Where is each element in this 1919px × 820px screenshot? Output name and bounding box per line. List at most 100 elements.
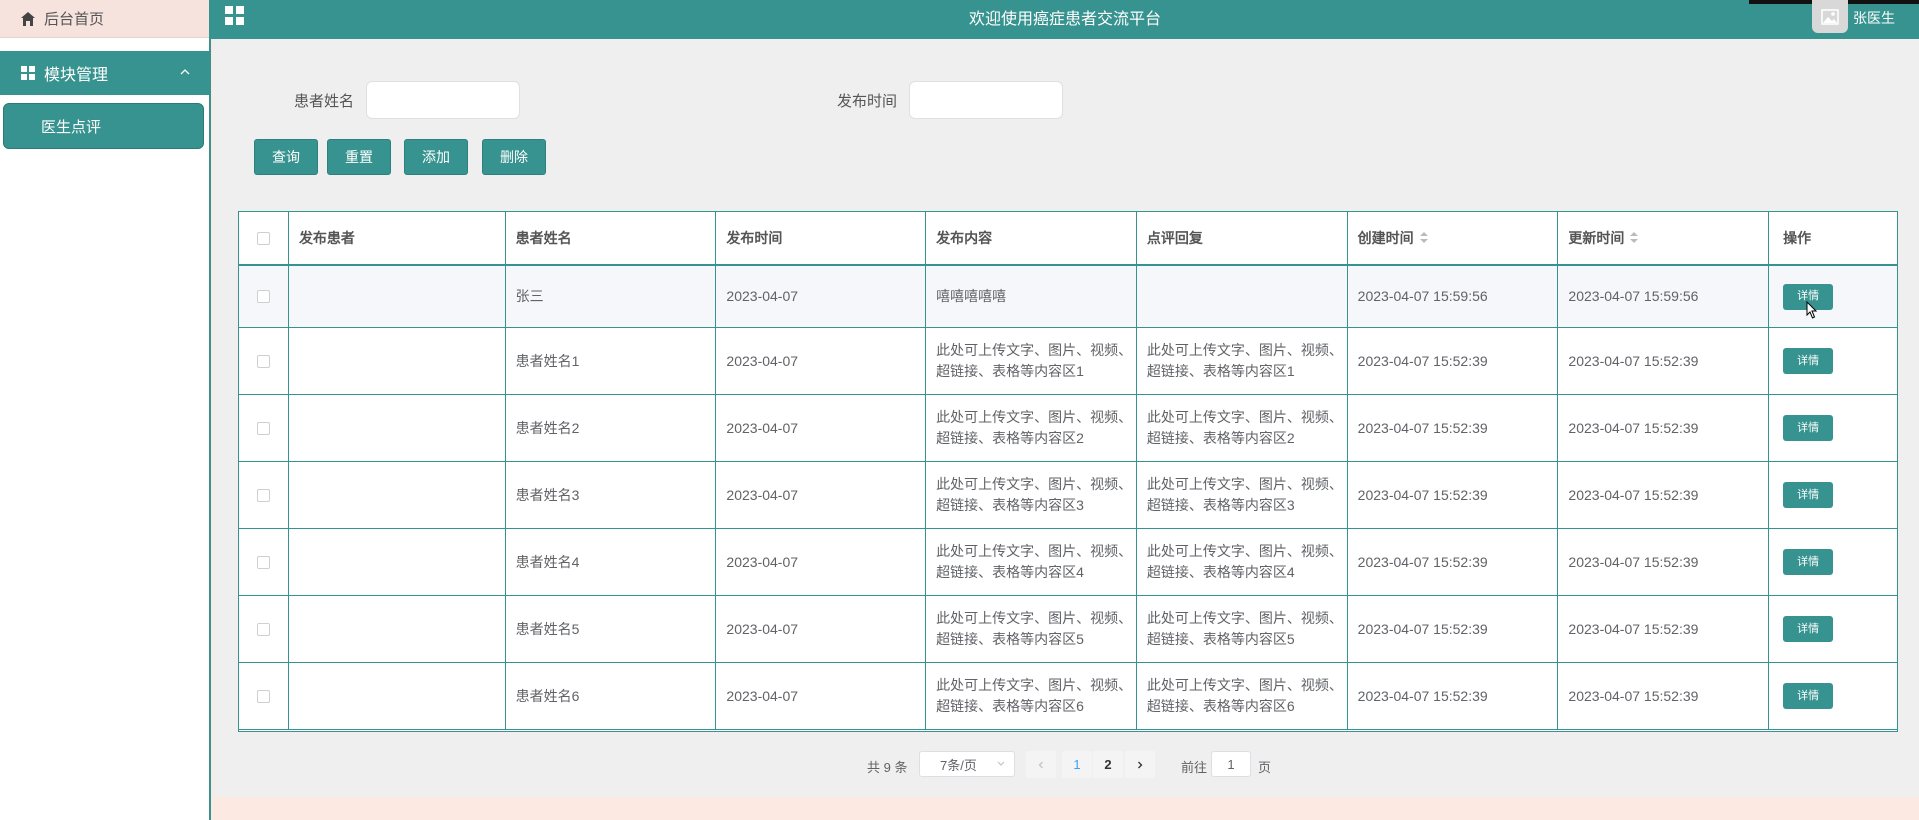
cell-patient-name: 患者姓名6 (506, 663, 717, 729)
header-updated[interactable]: 更新时间 (1558, 212, 1770, 264)
cell-patient-name: 患者姓名3 (506, 462, 717, 528)
chevron-up-icon (180, 69, 190, 75)
row-checkbox[interactable] (256, 421, 270, 435)
cell-reply: 此处可上传文字、图片、视频、超链接、表格等内容区4 (1137, 529, 1348, 595)
cell-reply: 此处可上传文字、图片、视频、超链接、表格等内容区5 (1137, 596, 1348, 662)
table-row[interactable]: 患者姓名4 2023-04-07 此处可上传文字、图片、视频、超链接、表格等内容区4… (239, 529, 1897, 596)
page-1-button[interactable]: 1 (1062, 751, 1092, 778)
cell-updated: 2023-04-07 15:52:39 (1558, 596, 1770, 662)
row-actions-cell: 详情 (1769, 395, 1897, 461)
detail-button[interactable]: 详情 (1783, 348, 1834, 374)
sort-icon[interactable] (1419, 232, 1428, 244)
top-header: 欢迎使用癌症患者交流平台 张医生 (211, 0, 1919, 39)
header-created-label: 创建时间 (1357, 230, 1414, 246)
row-checkbox[interactable] (256, 689, 270, 703)
table-row[interactable]: 患者姓名2 2023-04-07 此处可上传文字、图片、视频、超链接、表格等内容区2… (239, 395, 1897, 462)
cell-reply: 此处可上传文字、图片、视频、超链接、表格等内容区6 (1137, 663, 1348, 729)
table-row[interactable]: 患者姓名5 2023-04-07 此处可上传文字、图片、视频、超链接、表格等内容区5… (239, 596, 1897, 663)
sidebar-item-module-label: 模块管理 (44, 67, 109, 84)
cell-updated: 2023-04-07 15:52:39 (1558, 462, 1770, 528)
publish-time-input[interactable] (909, 81, 1063, 119)
cell-created: 2023-04-07 15:52:39 (1348, 462, 1559, 528)
next-page-button[interactable] (1125, 751, 1155, 778)
cell-updated: 2023-04-07 15:52:39 (1558, 529, 1770, 595)
select-all-cell (239, 212, 289, 264)
chevron-right-icon (1138, 761, 1143, 768)
row-select-cell (239, 395, 289, 461)
header-content: 发布内容 (926, 212, 1137, 264)
image-icon (1821, 8, 1839, 25)
cell-content: 此处可上传文字、图片、视频、超链接、表格等内容区6 (926, 663, 1137, 729)
table-row[interactable]: 张三 2023-04-07 嘻嘻嘻嘻嘻 2023-04-07 15:59:56 2023… (239, 266, 1897, 328)
add-button[interactable]: 添加 (404, 139, 468, 175)
detail-button[interactable]: 详情 (1783, 616, 1834, 642)
reset-button[interactable]: 重置 (327, 139, 391, 175)
page-2-button[interactable]: 2 (1093, 751, 1123, 778)
table-row[interactable]: 患者姓名6 2023-04-07 此处可上传文字、图片、视频、超链接、表格等内容区6… (239, 663, 1897, 730)
query-button[interactable]: 查询 (254, 139, 318, 175)
cell-publish-time: 2023-04-07 (716, 663, 927, 729)
sidebar-item-doctor-review[interactable]: 医生点评 (3, 103, 204, 149)
page-size-select[interactable]: 7条/页 (919, 751, 1015, 777)
cell-patient-name: 张三 (506, 266, 717, 327)
cell-content: 此处可上传文字、图片、视频、超链接、表格等内容区1 (926, 328, 1137, 394)
prev-page-button[interactable] (1026, 751, 1056, 778)
row-checkbox[interactable] (256, 488, 270, 502)
apps-icon (21, 66, 35, 80)
detail-button[interactable]: 详情 (1783, 549, 1834, 575)
row-select-cell (239, 529, 289, 595)
detail-button[interactable]: 详情 (1783, 415, 1834, 441)
row-checkbox[interactable] (256, 622, 270, 636)
select-all-checkbox[interactable] (256, 231, 270, 245)
delete-button[interactable]: 删除 (482, 139, 546, 175)
table-header: 发布患者 患者姓名 发布时间 发布内容 点评回复 创建时间 更新时间 操作 (239, 212, 1897, 266)
row-actions-cell: 详情 (1769, 663, 1897, 729)
cell-patient-name: 患者姓名4 (506, 529, 717, 595)
data-table: 发布患者 患者姓名 发布时间 发布内容 点评回复 创建时间 更新时间 操作 张三… (238, 211, 1898, 732)
detail-button[interactable]: 详情 (1783, 683, 1834, 709)
header-reply: 点评回复 (1137, 212, 1348, 264)
cell-publish-time: 2023-04-07 (716, 596, 927, 662)
cell-publisher (289, 596, 506, 662)
main-content: 患者姓名 发布时间 查询 重置 添加 删除 发布患者 患者姓名 发布时间 发布内… (213, 39, 1919, 797)
sidebar-item-home[interactable]: 后台首页 (0, 0, 209, 38)
cell-updated: 2023-04-07 15:52:39 (1558, 395, 1770, 461)
row-checkbox[interactable] (256, 354, 270, 368)
row-select-cell (239, 596, 289, 662)
cell-patient-name: 患者姓名5 (506, 596, 717, 662)
cell-patient-name: 患者姓名1 (506, 328, 717, 394)
username[interactable]: 张医生 (1853, 8, 1895, 28)
row-select-cell (239, 663, 289, 729)
page-unit-label: 页 (1258, 760, 1272, 775)
cell-reply: 此处可上传文字、图片、视频、超链接、表格等内容区3 (1137, 462, 1348, 528)
row-select-cell (239, 462, 289, 528)
patient-name-input[interactable] (366, 81, 520, 119)
sidebar-item-module[interactable]: 模块管理 (0, 51, 209, 95)
sort-icon[interactable] (1630, 232, 1639, 244)
detail-button[interactable]: 详情 (1783, 482, 1834, 508)
goto-label: 前往 (1181, 760, 1208, 775)
cell-created: 2023-04-07 15:52:39 (1348, 529, 1559, 595)
header-created[interactable]: 创建时间 (1348, 212, 1559, 264)
cell-created: 2023-04-07 15:52:39 (1348, 395, 1559, 461)
cell-patient-name: 患者姓名2 (506, 395, 717, 461)
row-checkbox[interactable] (256, 555, 270, 569)
sidebar-item-home-label: 后台首页 (44, 11, 105, 28)
cell-reply: 此处可上传文字、图片、视频、超链接、表格等内容区2 (1137, 395, 1348, 461)
header-updated-label: 更新时间 (1568, 230, 1625, 246)
cell-created: 2023-04-07 15:52:39 (1348, 596, 1559, 662)
cell-publisher (289, 462, 506, 528)
row-actions-cell: 详情 (1769, 462, 1897, 528)
cell-updated: 2023-04-07 15:52:39 (1558, 328, 1770, 394)
cell-content: 此处可上传文字、图片、视频、超链接、表格等内容区3 (926, 462, 1137, 528)
table-row[interactable]: 患者姓名3 2023-04-07 此处可上传文字、图片、视频、超链接、表格等内容区3… (239, 462, 1897, 529)
cell-publisher (289, 529, 506, 595)
cell-publish-time: 2023-04-07 (716, 266, 927, 327)
row-checkbox[interactable] (256, 290, 270, 303)
avatar[interactable] (1812, 0, 1848, 33)
table-row[interactable]: 患者姓名1 2023-04-07 此处可上传文字、图片、视频、超链接、表格等内容区1… (239, 328, 1897, 395)
goto-page-input[interactable]: 1 (1211, 751, 1251, 777)
cell-created: 2023-04-07 15:52:39 (1348, 328, 1559, 394)
cell-created: 2023-04-07 15:52:39 (1348, 663, 1559, 729)
row-actions-cell: 详情 (1769, 266, 1897, 327)
